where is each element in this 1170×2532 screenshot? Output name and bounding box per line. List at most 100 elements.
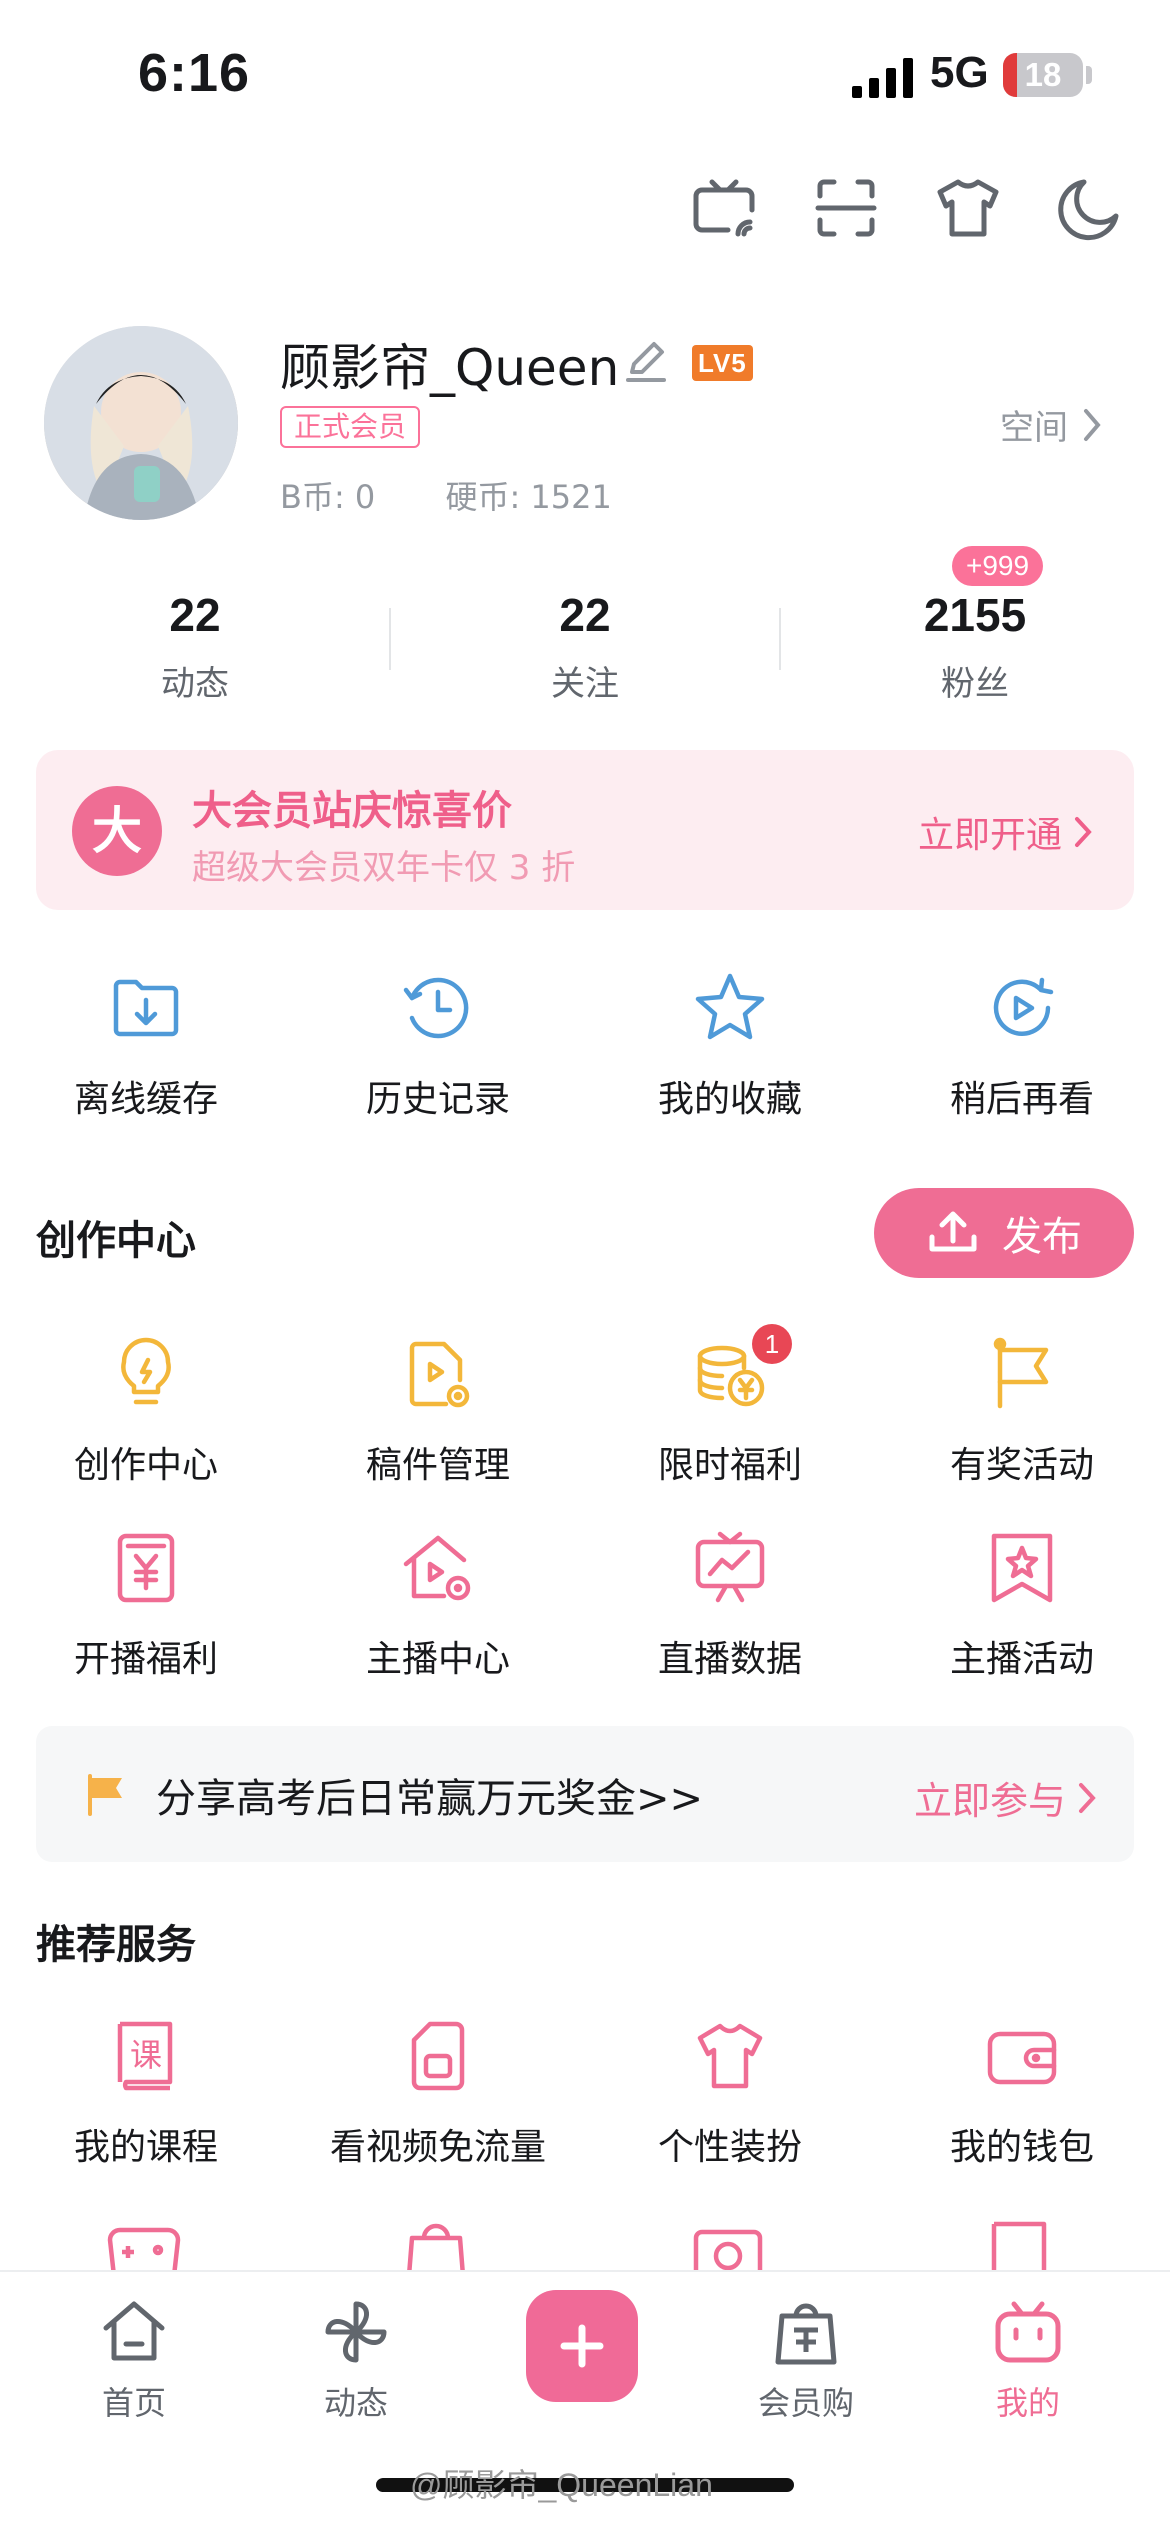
offline-cache-icon: [113, 979, 179, 1037]
signal-icon: [852, 58, 913, 98]
creator-label: 限时福利: [657, 1445, 802, 1486]
tv-cast-icon[interactable]: [688, 172, 760, 244]
shopping-bag-icon: [775, 2303, 837, 2365]
stat-label: 关注: [551, 664, 619, 704]
service-my-courses[interactable]: 课 我的课程: [0, 2016, 292, 2170]
stat-dynamics[interactable]: 22 动态: [0, 588, 390, 705]
vip-title: 大会员站庆惊喜价: [192, 788, 512, 834]
space-link[interactable]: 空间: [1000, 400, 1104, 449]
history-icon: [403, 977, 469, 1039]
vip-tag[interactable]: 正式会员: [280, 406, 421, 448]
notification-badge: 1: [752, 1324, 792, 1364]
creator-item-activities[interactable]: 有奖活动: [876, 1334, 1168, 1488]
stat-value: 22: [169, 589, 221, 641]
edit-icon[interactable]: [622, 336, 670, 384]
creator-item-stream-data[interactable]: 直播数据: [584, 1528, 876, 1682]
course-icon: 课: [117, 2021, 173, 2091]
scan-icon[interactable]: [810, 172, 882, 244]
creator-item-manuscripts[interactable]: 稿件管理: [292, 1334, 584, 1488]
flag-icon: [993, 1337, 1049, 1409]
creator-label: 直播数据: [657, 1639, 802, 1680]
moon-icon[interactable]: [1054, 172, 1126, 244]
service-label: 我的钱包: [949, 2127, 1094, 2168]
tab-mine[interactable]: 我的: [948, 2296, 1108, 2424]
publish-label: 发布: [1002, 1214, 1082, 1260]
quick-favorites[interactable]: 我的收藏: [584, 968, 876, 1122]
tab-home[interactable]: 首页: [54, 2296, 214, 2424]
creator-label: 创作中心: [73, 1445, 218, 1486]
plus-icon: [560, 2324, 604, 2368]
avatar-image: [44, 326, 238, 520]
promo-banner[interactable]: 分享高考后日常赢万元奖金>> 立即参与: [36, 1726, 1134, 1862]
creator-item-streamer-center[interactable]: 主播中心: [292, 1528, 584, 1682]
creator-item-limited-benefits[interactable]: 限时福利 1: [584, 1324, 876, 1488]
home-icon: [103, 2301, 165, 2361]
sim-card-icon: [411, 2021, 465, 2091]
stat-value: 22: [559, 589, 611, 641]
b-coins[interactable]: B币: 0: [280, 478, 375, 516]
battery-tip: [1086, 66, 1092, 84]
creator-label: 有奖活动: [949, 1445, 1094, 1486]
quick-offline-cache[interactable]: 离线缓存: [0, 968, 292, 1122]
vip-subtitle: 超级大会员双年卡仅 3 折: [192, 848, 576, 888]
flag-icon: [88, 1774, 122, 1816]
quick-label: 稍后再看: [949, 1079, 1094, 1120]
battery-icon: 18: [1003, 53, 1083, 97]
tab-label: 我的: [995, 2384, 1060, 2422]
creator-label: 主播活动: [949, 1639, 1094, 1680]
quick-label: 历史记录: [365, 1079, 510, 1120]
stat-label: 粉丝: [941, 664, 1009, 704]
wallet-icon: [987, 2031, 1057, 2085]
promo-cta[interactable]: 立即参与: [914, 1770, 1098, 1825]
yen-card-icon: [117, 1533, 175, 1603]
avatar[interactable]: [44, 326, 238, 520]
tab-label: 会员购: [757, 2384, 854, 2422]
stat-following[interactable]: 22 关注: [390, 588, 780, 705]
creator-label: 稿件管理: [365, 1445, 510, 1486]
fans-new-badge: +999: [952, 546, 1044, 586]
service-personal-dress[interactable]: 个性装扮: [584, 2016, 876, 2170]
service-wallet[interactable]: 我的钱包: [876, 2016, 1168, 2170]
creator-item-stream-benefits[interactable]: 开播福利: [0, 1528, 292, 1682]
watch-later-icon: [993, 977, 1054, 1036]
chevron-right-icon: [1079, 1782, 1096, 1813]
tshirt-icon[interactable]: [932, 172, 1004, 244]
watermark: @顾影帘_QueenLian: [410, 2467, 713, 2503]
vip-banner[interactable]: 大 大会员站庆惊喜价 超级大会员双年卡仅 3 折 立即开通: [36, 750, 1134, 910]
service-free-data[interactable]: 看视频免流量: [292, 2016, 584, 2170]
creator-item-streamer-activities[interactable]: 主播活动: [876, 1528, 1168, 1682]
service-label: 看视频免流量: [329, 2127, 546, 2168]
quick-watch-later[interactable]: 稍后再看: [876, 968, 1168, 1122]
creator-item-center[interactable]: 创作中心: [0, 1334, 292, 1488]
vip-cta[interactable]: 立即开通: [918, 806, 1094, 858]
tv-mascot-icon: [995, 2301, 1061, 2363]
service-label: 我的课程: [73, 2127, 218, 2168]
tab-label: 首页: [101, 2384, 166, 2422]
status-time: 6:16: [138, 43, 251, 103]
battery-level: 18: [1024, 56, 1062, 93]
chevron-right-icon: [1084, 408, 1101, 441]
chevron-right-icon: [1075, 817, 1092, 847]
quick-history[interactable]: 历史记录: [292, 968, 584, 1122]
service-label: 个性装扮: [657, 2127, 802, 2168]
hard-coins[interactable]: 硬币: 1521: [445, 478, 611, 516]
tab-dynamics[interactable]: 动态: [276, 2296, 436, 2424]
stat-fans[interactable]: 2155 粉丝: [780, 588, 1170, 705]
space-label: 空间: [1000, 408, 1068, 448]
network-type: 5G: [930, 48, 989, 97]
course-glyph: 课: [130, 2036, 162, 2074]
tv-chart-icon: [695, 1531, 765, 1603]
lightbulb-icon: [121, 1337, 171, 1405]
promo-text: 分享高考后日常赢万元奖金>>: [156, 1776, 704, 1822]
create-button[interactable]: [526, 2290, 638, 2402]
vip-cta-label: 立即开通: [917, 815, 1062, 856]
coins-row: B币: 0 硬币: 1521: [280, 472, 672, 518]
stat-label: 动态: [161, 664, 229, 704]
publish-button[interactable]: 发布: [874, 1188, 1134, 1278]
creator-label: 主播中心: [365, 1639, 510, 1680]
creator-label: 开播福利: [73, 1639, 218, 1680]
tshirt-icon: [697, 2023, 763, 2089]
tab-label: 动态: [323, 2384, 388, 2422]
tab-vip-mall[interactable]: 会员购: [726, 2296, 886, 2424]
star-icon: [695, 973, 765, 1040]
